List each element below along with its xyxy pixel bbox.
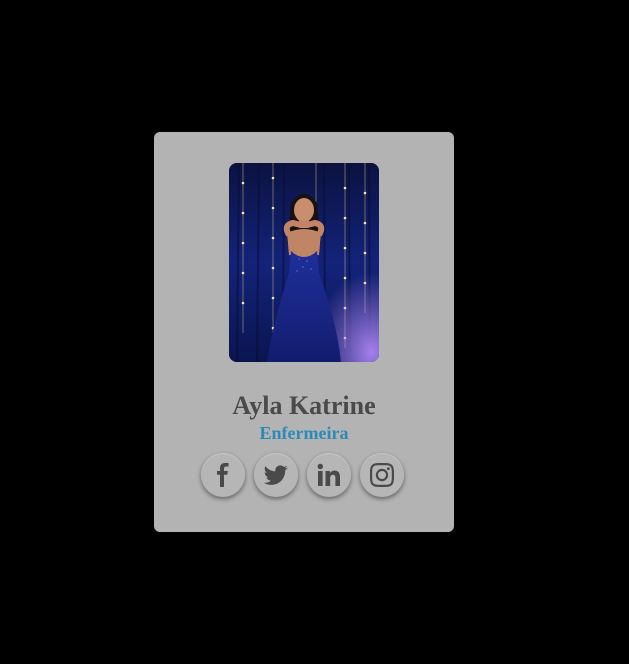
instagram-icon — [370, 463, 394, 487]
profile-card: Ayla Katrine Enfermeira — [154, 132, 454, 532]
twitter-button[interactable] — [254, 453, 298, 497]
linkedin-icon — [317, 463, 340, 486]
facebook-button[interactable] — [201, 453, 245, 497]
facebook-icon — [217, 463, 229, 487]
twitter-icon — [264, 465, 288, 485]
profile-photo — [229, 163, 379, 362]
profile-role: Enfermeira — [259, 423, 349, 443]
linkedin-button[interactable] — [307, 453, 351, 497]
social-links — [201, 453, 409, 499]
instagram-button[interactable] — [360, 453, 404, 497]
profile-name: Ayla Katrine — [232, 391, 376, 420]
